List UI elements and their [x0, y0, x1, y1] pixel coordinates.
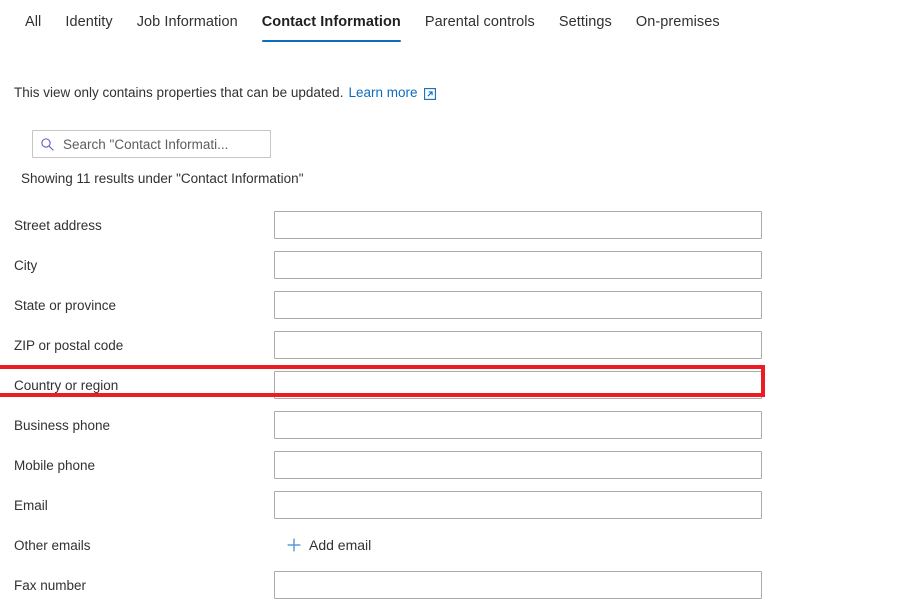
search-input[interactable] — [61, 132, 270, 156]
tab-label: Identity — [65, 14, 113, 30]
tab-identity[interactable]: Identity — [53, 0, 124, 44]
tab-label: All — [25, 14, 42, 30]
results-caption: Showing 11 results under "Contact Inform… — [21, 171, 304, 186]
external-link-icon[interactable] — [423, 87, 436, 100]
tab-selected-indicator — [261, 39, 401, 42]
tab-label: Contact Information — [261, 14, 401, 30]
search-icon — [33, 131, 61, 157]
field-label: Fax number — [14, 577, 87, 593]
form-row: City — [0, 245, 901, 285]
tab-settings[interactable]: Settings — [547, 0, 624, 44]
field-input-city[interactable] — [274, 251, 762, 279]
field-label: Country or region — [14, 377, 119, 393]
form-row: Mobile phone — [0, 445, 901, 485]
form-row: ZIP or postal code — [0, 325, 901, 365]
contact-information-form: Street address City State or province ZIP o… — [0, 205, 901, 605]
tab-parental-controls[interactable]: Parental controls — [413, 0, 547, 44]
field-input-mobile-phone[interactable] — [274, 451, 762, 479]
form-row: State or province — [0, 285, 901, 325]
form-row: Country or region — [0, 365, 901, 405]
tab-label: On-premises — [635, 14, 720, 30]
plus-icon — [286, 537, 302, 553]
field-input-country-or-region[interactable] — [274, 371, 762, 399]
tab-on-premises[interactable]: On-premises — [624, 0, 732, 44]
form-row: Business phone — [0, 405, 901, 445]
field-input-fax-number[interactable] — [274, 571, 762, 599]
field-label: Street address — [14, 217, 102, 233]
field-input-state-or-province[interactable] — [274, 291, 762, 319]
tab-label: Job Information — [136, 14, 238, 30]
field-label: Other emails — [14, 537, 91, 553]
field-label: Email — [14, 497, 48, 513]
form-row: Street address — [0, 205, 901, 245]
tab-job-information[interactable]: Job Information — [125, 0, 250, 44]
form-row: Email — [0, 485, 901, 525]
form-row: Other emails Add email — [0, 525, 901, 565]
search-box[interactable] — [32, 130, 271, 158]
update-notice: This view only contains properties that … — [14, 85, 436, 100]
field-input-business-phone[interactable] — [274, 411, 762, 439]
tab-label: Settings — [558, 14, 612, 30]
update-notice-text: This view only contains properties that … — [14, 85, 344, 100]
add-email-label: Add email — [309, 537, 372, 553]
field-label: Business phone — [14, 417, 111, 433]
field-label: State or province — [14, 297, 117, 313]
field-input-email[interactable] — [274, 491, 762, 519]
field-input-street-address[interactable] — [274, 211, 762, 239]
add-email-button[interactable]: Add email — [286, 531, 371, 559]
tab-contact-information[interactable]: Contact Information — [250, 0, 413, 44]
field-label: Mobile phone — [14, 457, 96, 473]
learn-more-link[interactable]: Learn more — [348, 85, 417, 100]
field-label: City — [14, 257, 38, 273]
tab-all[interactable]: All — [13, 0, 53, 44]
tab-label: Parental controls — [424, 14, 535, 30]
tab-strip: All Identity Job Information Contact Inform… — [0, 0, 901, 52]
field-label: ZIP or postal code — [14, 337, 124, 353]
field-input-zip-or-postal-code[interactable] — [274, 331, 762, 359]
form-row: Fax number — [0, 565, 901, 605]
